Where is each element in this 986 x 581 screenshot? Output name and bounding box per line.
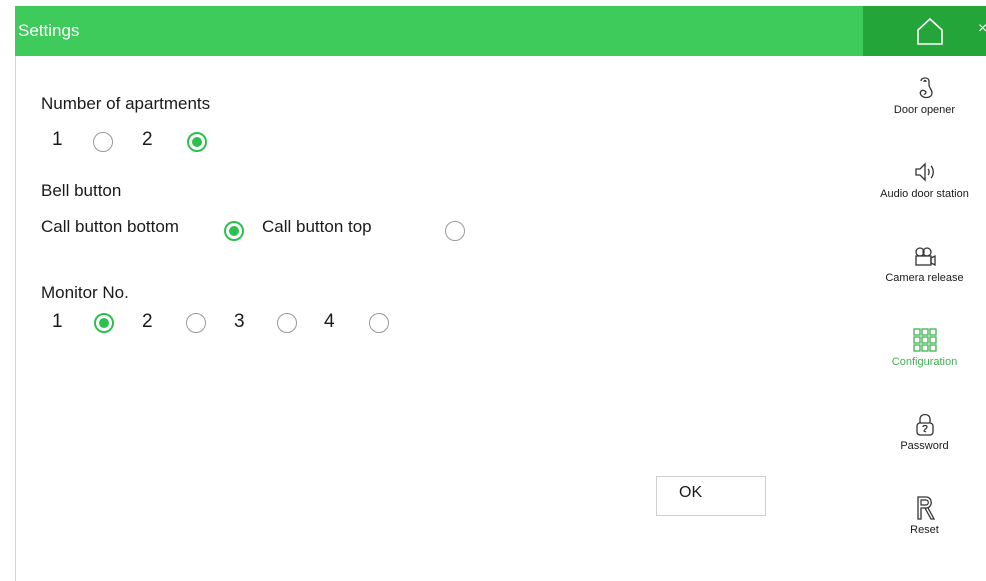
bell-option-label: Call button top	[262, 217, 372, 236]
camera-icon	[914, 247, 936, 267]
reset-icon	[916, 496, 935, 520]
header-bar: Settings	[15, 6, 863, 56]
apartments-label: Number of apartments	[41, 94, 211, 113]
apartments-option-label: 2	[142, 129, 153, 150]
content-border	[15, 56, 16, 581]
bell-radio-bottom[interactable]	[224, 221, 244, 241]
home-icon[interactable]	[915, 16, 945, 46]
settings-screen: Settings × Door opener Audio door statio…	[0, 0, 986, 581]
nav-label: Door opener	[893, 104, 956, 116]
nav-password[interactable]: Password	[863, 402, 986, 486]
bell-option-label: Call button bottom	[41, 217, 179, 236]
monitor-option-label: 3	[234, 311, 245, 332]
nav-camera-release[interactable]: Camera release	[863, 234, 986, 318]
apartments-radio-2[interactable]	[187, 132, 207, 152]
nav-label: Audio door station	[880, 188, 969, 200]
close-icon[interactable]: ×	[978, 20, 986, 38]
monitor-option-label: 1	[52, 311, 63, 332]
nav-configuration[interactable]: Configuration	[863, 318, 986, 402]
speaker-icon	[914, 162, 934, 182]
nav-door-opener[interactable]: Door opener	[863, 66, 986, 150]
home-bar: ×	[863, 6, 986, 56]
apartments-radio-1[interactable]	[93, 132, 113, 152]
monitor-option-label: 2	[142, 311, 153, 332]
apartments-option-label: 1	[52, 129, 63, 150]
monitor-radio-3[interactable]	[277, 313, 297, 333]
monitor-label: Monitor No.	[41, 283, 129, 302]
nav-label: Reset	[910, 524, 939, 536]
door-opener-icon	[919, 77, 933, 99]
nav-label: Password	[900, 440, 949, 452]
nav-reset[interactable]: Reset	[863, 486, 986, 570]
bell-label: Bell button	[41, 181, 122, 200]
monitor-radio-1[interactable]	[94, 313, 114, 333]
page-title: Settings	[18, 21, 80, 40]
nav-label: Configuration	[891, 356, 958, 368]
lock-icon	[915, 413, 934, 436]
grid-icon	[912, 328, 937, 352]
nav-label: Camera release	[885, 272, 964, 284]
nav-audio-door-station[interactable]: Audio door station	[863, 150, 986, 234]
ok-button[interactable]: OK	[656, 476, 766, 516]
monitor-radio-2[interactable]	[186, 313, 206, 333]
bell-radio-top[interactable]	[445, 221, 465, 241]
ok-button-label: OK	[679, 484, 703, 501]
monitor-option-label: 4	[324, 311, 335, 332]
monitor-radio-4[interactable]	[369, 313, 389, 333]
